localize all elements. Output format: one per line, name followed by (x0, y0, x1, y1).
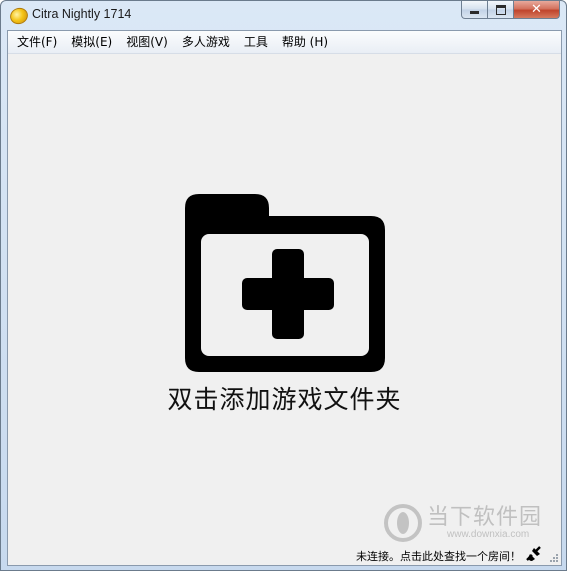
minimize-button[interactable] (461, 1, 488, 19)
downxia-logo-icon (384, 504, 422, 542)
maximize-icon (495, 4, 506, 15)
menu-file[interactable]: 文件(F) (8, 31, 64, 53)
citra-app-icon (7, 5, 31, 27)
window-title: Citra Nightly 1714 (32, 7, 132, 21)
client-area: 文件(F) 模拟(E) 视图(V) 多人游戏 工具 帮助 (H) 双击添加游戏文… (7, 30, 562, 566)
menu-view[interactable]: 视图(V) (119, 31, 175, 53)
resize-grip-icon[interactable] (549, 553, 559, 563)
room-status-text[interactable]: 未连接。点击此处查找一个房间！ (356, 548, 521, 564)
site-watermark: 当下软件园 www.downxia.com (383, 499, 548, 544)
status-bar: 未连接。点击此处查找一个房间！ (8, 543, 561, 565)
menu-multiplayer[interactable]: 多人游戏 (175, 31, 237, 53)
app-window: Citra Nightly 1714 ✕ 文件(F) 模拟(E) 视图(V) 多… (0, 0, 567, 571)
maximize-button[interactable] (488, 1, 514, 19)
menu-help[interactable]: 帮助 (H) (275, 31, 335, 53)
watermark-text-cn: 当下软件园 (427, 505, 543, 530)
minimize-icon (470, 11, 479, 14)
close-button[interactable]: ✕ (514, 1, 560, 19)
menu-bar: 文件(F) 模拟(E) 视图(V) 多人游戏 工具 帮助 (H) (8, 31, 561, 54)
close-icon: ✕ (531, 2, 542, 17)
menu-emulation[interactable]: 模拟(E) (64, 31, 119, 53)
folder-add-icon (185, 194, 385, 372)
network-disconnected-icon[interactable] (525, 546, 543, 562)
watermark-text-en: www.downxia.com (447, 529, 530, 540)
window-controls: ✕ (461, 1, 560, 20)
game-list-drop-zone[interactable]: 双击添加游戏文件夹 (8, 54, 561, 544)
add-game-folder-label: 双击添加游戏文件夹 (167, 385, 402, 414)
title-bar[interactable]: Citra Nightly 1714 ✕ (1, 1, 566, 30)
menu-tools[interactable]: 工具 (237, 31, 275, 53)
